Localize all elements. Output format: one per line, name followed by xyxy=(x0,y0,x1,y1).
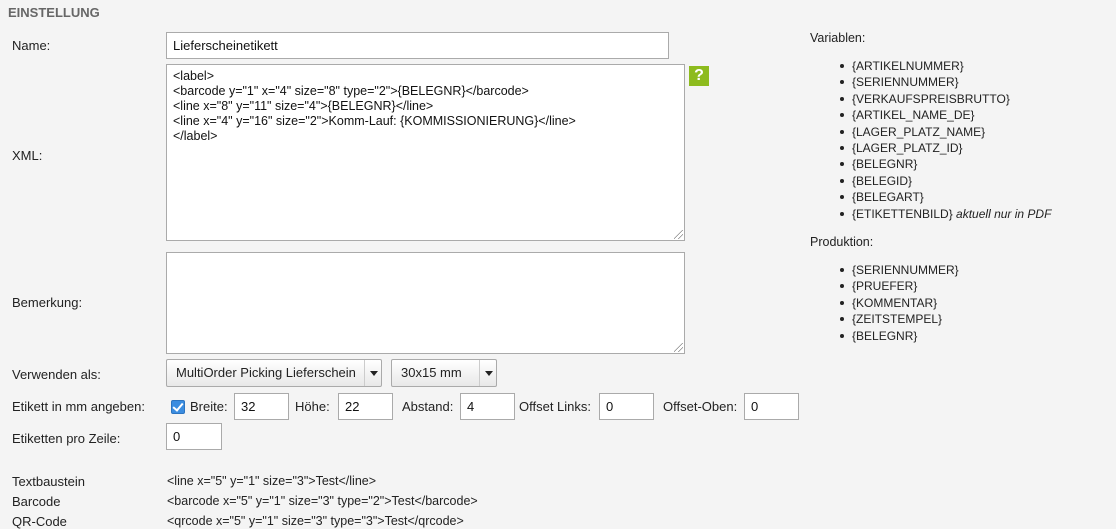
bemerkung-textarea[interactable] xyxy=(166,252,685,354)
example-label: Textbaustein xyxy=(12,474,85,489)
variable-item: {LAGER_PLATZ_ID} xyxy=(838,140,1051,156)
production-item: {SERIENNUMMER} xyxy=(838,262,959,278)
offset-oben-input[interactable] xyxy=(744,393,799,420)
variable-item: {ARTIKELNUMMER} xyxy=(838,58,1051,74)
offset-links-label: Offset Links: xyxy=(519,399,592,414)
production-title: Produktion: xyxy=(810,235,874,249)
etikett-mm-label: Etikett in mm angeben: xyxy=(12,399,145,414)
variable-item: {VERKAUFSPREISBRUTTO} xyxy=(838,91,1051,107)
abstand-input[interactable] xyxy=(460,393,515,420)
pro-zeile-input[interactable] xyxy=(166,423,222,450)
bemerkung-resize-handle[interactable] xyxy=(674,343,683,352)
name-input[interactable] xyxy=(166,32,669,59)
variable-note: aktuell nur in PDF xyxy=(956,206,1052,221)
variable-item: {BELEGNR} xyxy=(838,156,1051,172)
variable-item: {ETIKETTENBILD} aktuell nur in PDF xyxy=(838,206,1051,222)
format-select[interactable]: 30x15 mm xyxy=(391,359,497,387)
name-label: Name: xyxy=(12,38,51,53)
xml-textarea-wrap: <label> <barcode y="1" x="4" size="8" ty… xyxy=(166,64,685,241)
question-icon[interactable]: ? xyxy=(689,66,709,86)
example-code: <qrcode x="5" y="1" size="3" type="3">Te… xyxy=(167,514,464,528)
offset-oben-label: Offset-Oben: xyxy=(663,399,738,414)
format-select-value: 30x15 mm xyxy=(401,365,462,380)
section-title: EINSTELLUNG xyxy=(8,5,100,20)
variable-item: {BELEGART} xyxy=(838,189,1051,205)
example-code: <barcode x="5" y="1" size="3" type="2">T… xyxy=(167,494,478,508)
chevron-down-icon xyxy=(479,360,496,386)
bemerkung-label: Bemerkung: xyxy=(12,295,83,310)
xml-textarea[interactable]: <label> <barcode y="1" x="4" size="8" ty… xyxy=(166,64,685,241)
variable-item: {LAGER_PLATZ_NAME} xyxy=(838,124,1051,140)
verwenden-select-value: MultiOrder Picking Lieferschein xyxy=(176,365,356,380)
hoehe-label: Höhe: xyxy=(295,399,330,414)
abstand-label: Abstand: xyxy=(402,399,454,414)
breite-input[interactable] xyxy=(234,393,289,420)
breite-label: Breite: xyxy=(190,399,228,414)
etikett-mm-checkbox[interactable] xyxy=(171,400,185,414)
production-item: {KOMMENTAR} xyxy=(838,295,959,311)
variables-title: Variablen: xyxy=(810,31,866,45)
variable-item: {BELEGID} xyxy=(838,173,1051,189)
variable-item: {ARTIKEL_NAME_DE} xyxy=(838,107,1051,123)
production-item: {ZEITSTEMPEL} xyxy=(838,311,959,327)
production-item: {BELEGNR} xyxy=(838,328,959,344)
chevron-down-icon xyxy=(364,360,381,386)
pro-zeile-label: Etiketten pro Zeile: xyxy=(12,431,121,446)
xml-resize-handle[interactable] xyxy=(674,230,683,239)
variable-item-name: {ETIKETTENBILD} xyxy=(852,206,953,221)
production-item: {PRUEFER} xyxy=(838,278,959,294)
variable-item: {SERIENNUMMER} xyxy=(838,74,1051,90)
production-list: {SERIENNUMMER} {PRUEFER} {KOMMENTAR} {ZE… xyxy=(838,262,959,344)
bemerkung-textarea-wrap xyxy=(166,252,685,354)
verwenden-select[interactable]: MultiOrder Picking Lieferschein xyxy=(166,359,382,387)
xml-label: XML: xyxy=(12,148,43,163)
example-code: <line x="5" y="1" size="3">Test</line> xyxy=(167,474,377,488)
variables-list: {ARTIKELNUMMER} {SERIENNUMMER} {VERKAUFS… xyxy=(838,58,1051,222)
hoehe-input[interactable] xyxy=(338,393,393,420)
offset-links-input[interactable] xyxy=(599,393,654,420)
verwenden-label: Verwenden als: xyxy=(12,367,101,382)
example-label: Barcode xyxy=(12,494,61,509)
